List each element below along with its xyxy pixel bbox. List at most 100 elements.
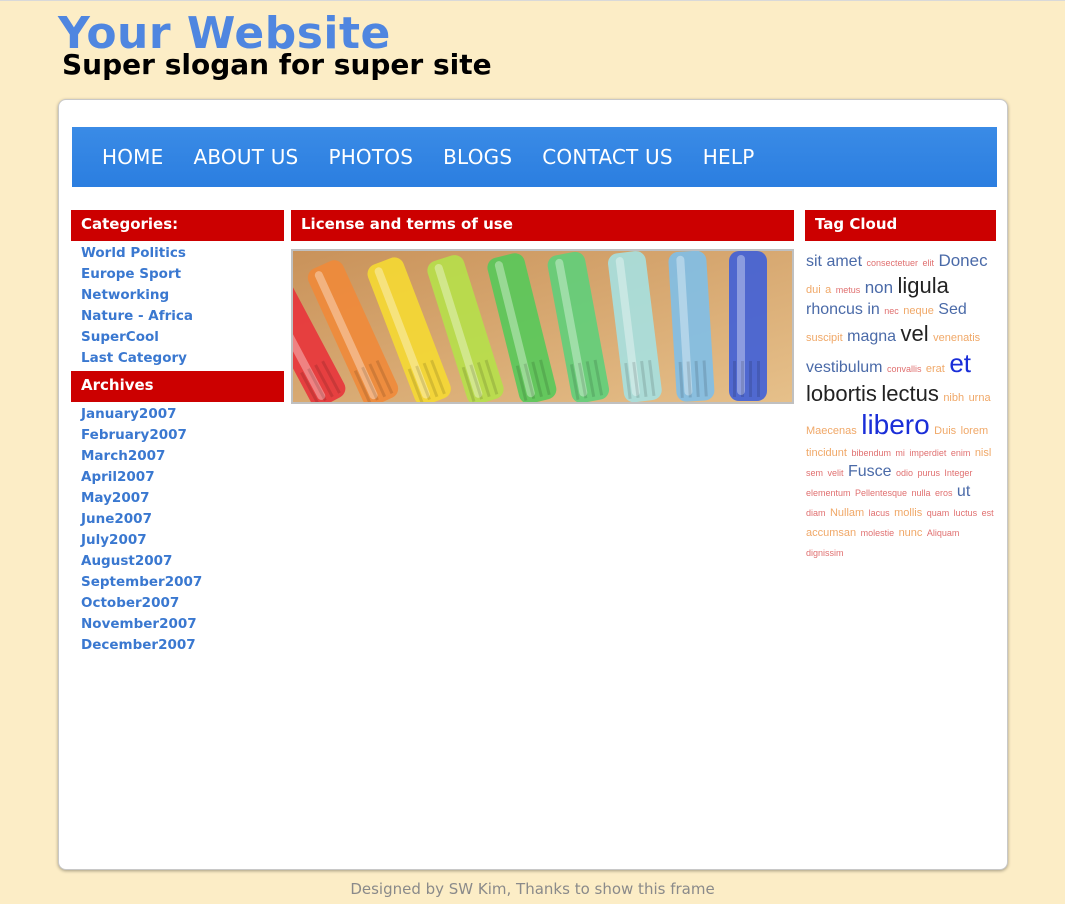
- tag-link[interactable]: lobortis: [806, 381, 877, 406]
- tag-link[interactable]: neque: [903, 305, 934, 317]
- tag-link[interactable]: ut: [957, 483, 970, 500]
- list-item: November2007: [81, 612, 202, 633]
- archive-link[interactable]: January2007: [81, 406, 177, 422]
- tag-link[interactable]: metus: [836, 285, 861, 295]
- tag-link[interactable]: imperdiet: [909, 448, 946, 458]
- tag-link[interactable]: nunc: [899, 527, 923, 539]
- category-link[interactable]: World Politics: [81, 245, 186, 261]
- tag-link[interactable]: luctus: [954, 508, 978, 518]
- archive-link[interactable]: February2007: [81, 427, 187, 443]
- tag-link[interactable]: accumsan: [806, 527, 856, 539]
- tag-link[interactable]: ligula: [898, 273, 949, 298]
- archive-link[interactable]: July2007: [81, 532, 147, 548]
- list-item: Networking: [81, 283, 193, 304]
- tag-link[interactable]: nulla: [911, 488, 930, 498]
- tag-link[interactable]: mi: [895, 448, 905, 458]
- markers-illustration: [293, 251, 792, 402]
- colored-markers-photo: [291, 249, 794, 404]
- nav-blogs[interactable]: BLOGS: [443, 145, 512, 169]
- tag-link[interactable]: Nullam: [830, 507, 864, 519]
- archives-list: January2007 February2007 March2007 April…: [81, 402, 202, 654]
- tag-link[interactable]: eros: [935, 488, 953, 498]
- tag-link[interactable]: convallis: [887, 364, 922, 374]
- tag-link[interactable]: nibh: [943, 392, 964, 404]
- tag-link[interactable]: suscipit: [806, 332, 843, 344]
- tag-link[interactable]: nec: [884, 306, 899, 316]
- archive-link[interactable]: October2007: [81, 595, 179, 611]
- tag-link[interactable]: urna: [969, 392, 991, 404]
- tag-link[interactable]: tincidunt: [806, 447, 847, 459]
- tag-link[interactable]: Pellentesque: [855, 488, 907, 498]
- nav-home[interactable]: HOME: [102, 145, 163, 169]
- list-item: September2007: [81, 570, 202, 591]
- tag-link[interactable]: venenatis: [933, 332, 980, 344]
- nav-about-us[interactable]: ABOUT US: [193, 145, 298, 169]
- tag-link[interactable]: sem: [806, 468, 823, 478]
- category-link[interactable]: SuperCool: [81, 329, 159, 345]
- archive-link[interactable]: April2007: [81, 469, 155, 485]
- list-item: August2007: [81, 549, 202, 570]
- tag-cloud: sit amet consectetuer elit Donec dui a m…: [806, 250, 994, 562]
- archive-link[interactable]: December2007: [81, 637, 196, 653]
- main-nav: HOME ABOUT US PHOTOS BLOGS CONTACT US HE…: [72, 127, 997, 187]
- archive-link[interactable]: September2007: [81, 574, 202, 590]
- tag-link[interactable]: lectus: [881, 381, 938, 406]
- tag-link[interactable]: consectetuer: [866, 258, 918, 268]
- site-slogan: Super slogan for super site: [62, 48, 492, 81]
- tag-link[interactable]: mollis: [894, 507, 922, 519]
- tag-link[interactable]: nisl: [975, 447, 992, 459]
- category-link[interactable]: Last Category: [81, 350, 187, 366]
- tag-link[interactable]: Fusce: [848, 463, 892, 480]
- tag-link[interactable]: bibendum: [851, 448, 891, 458]
- tag-link[interactable]: elementum: [806, 488, 851, 498]
- tag-link[interactable]: elit: [922, 258, 934, 268]
- list-item: October2007: [81, 591, 202, 612]
- tag-link[interactable]: magna: [847, 328, 896, 345]
- category-link[interactable]: Networking: [81, 287, 169, 303]
- tag-link[interactable]: velit: [827, 468, 843, 478]
- tag-link[interactable]: Integer: [944, 468, 972, 478]
- tag-link[interactable]: rhoncus: [806, 301, 863, 318]
- archive-link[interactable]: November2007: [81, 616, 197, 632]
- archive-link[interactable]: June2007: [81, 511, 152, 527]
- tag-link[interactable]: a: [825, 284, 831, 296]
- tag-link[interactable]: sit: [806, 253, 822, 270]
- tag-link[interactable]: vel: [901, 321, 929, 346]
- tag-link[interactable]: amet: [826, 253, 862, 270]
- tag-link[interactable]: in: [867, 301, 879, 318]
- archive-link[interactable]: May2007: [81, 490, 150, 506]
- category-link[interactable]: Europe Sport: [81, 266, 181, 282]
- archive-link[interactable]: March2007: [81, 448, 165, 464]
- tag-link[interactable]: lacus: [869, 508, 890, 518]
- tag-link[interactable]: molestie: [861, 528, 895, 538]
- tag-link[interactable]: diam: [806, 508, 826, 518]
- tag-link[interactable]: Maecenas: [806, 425, 857, 437]
- tag-link[interactable]: enim: [951, 448, 971, 458]
- tag-link[interactable]: libero: [861, 409, 929, 440]
- tag-link[interactable]: non: [865, 278, 893, 297]
- tag-link[interactable]: odio: [896, 468, 913, 478]
- list-item: February2007: [81, 423, 202, 444]
- tag-link[interactable]: vestibulum: [806, 359, 882, 376]
- nav-contact-us[interactable]: CONTACT US: [542, 145, 673, 169]
- tag-link[interactable]: purus: [917, 468, 940, 478]
- tag-link[interactable]: dui: [806, 284, 821, 296]
- category-link[interactable]: Nature - Africa: [81, 308, 193, 324]
- tag-link[interactable]: erat: [926, 363, 945, 375]
- tag-link[interactable]: est: [982, 508, 994, 518]
- tag-link[interactable]: quam: [927, 508, 950, 518]
- tag-link[interactable]: Donec: [938, 251, 987, 270]
- marker-pen: [729, 251, 767, 401]
- list-item: SuperCool: [81, 325, 193, 346]
- footer-credit: Designed by SW Kim, Thanks to show this …: [350, 880, 715, 898]
- tag-link[interactable]: Sed: [938, 301, 966, 318]
- tag-link[interactable]: dignissim: [806, 548, 844, 558]
- tag-link[interactable]: Duis: [934, 425, 956, 437]
- tag-link[interactable]: Aliquam: [927, 528, 960, 538]
- nav-photos[interactable]: PHOTOS: [328, 145, 413, 169]
- main-heading: License and terms of use: [291, 210, 794, 241]
- tag-link[interactable]: et: [949, 348, 971, 378]
- archive-link[interactable]: August2007: [81, 553, 172, 569]
- nav-help[interactable]: HELP: [703, 145, 755, 169]
- tag-link[interactable]: lorem: [961, 425, 989, 437]
